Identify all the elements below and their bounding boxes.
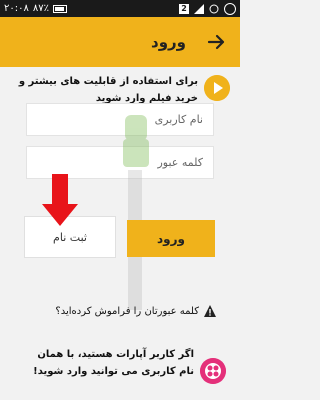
status-bar-left: ۲۰:۰۸ ۸۷٪ — [4, 3, 67, 14]
warning-icon — [204, 305, 216, 317]
alarm-icon — [209, 4, 219, 13]
status-time: ۲۰:۰۸ — [4, 3, 29, 14]
notification-count-icon: 2 — [179, 3, 189, 14]
page-title: ورود — [151, 33, 186, 51]
status-bar: ۲۰:۰۸ ۸۷٪ 2 — [0, 0, 240, 17]
battery-icon — [52, 4, 67, 13]
aparat-logo-icon — [200, 358, 226, 384]
watermark-image — [123, 115, 149, 310]
down-arrow-icon — [42, 174, 78, 226]
forgot-password-label: کلمه عبورتان را فراموش کرده‌اید؟ — [55, 305, 199, 317]
play-logo-icon — [204, 75, 230, 101]
aparat-footer: اگر کاربر آپارات هستید، با همان نام کارب… — [0, 340, 240, 400]
login-button[interactable]: ورود — [127, 220, 215, 257]
username-input[interactable]: نام کاربری — [26, 103, 214, 136]
signal-icon — [194, 3, 204, 14]
promo-text: برای استفاده از قابلیت های بیشتر و خرید … — [18, 76, 198, 104]
battery-percent: ۸۷٪ — [32, 3, 49, 14]
status-bar-right: 2 — [179, 2, 236, 15]
app-notification-icon — [224, 2, 236, 15]
app-bar: ورود — [0, 17, 240, 67]
back-arrow-icon[interactable] — [206, 32, 226, 52]
aparat-login-note: اگر کاربر آپارات هستید، با همان نام کارب… — [33, 349, 194, 377]
forgot-password-link[interactable]: کلمه عبورتان را فراموش کرده‌اید؟ — [24, 305, 216, 317]
